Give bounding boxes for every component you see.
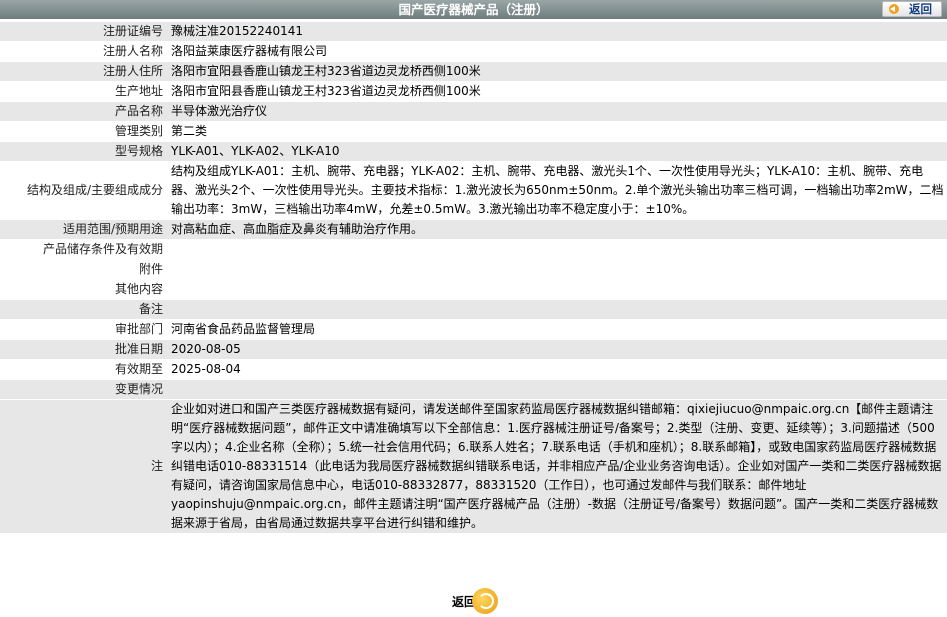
field-row-production-address: 生产地址 洛阳市宜阳县香鹿山镇龙王村323省道边灵龙桥西侧100米 (0, 82, 947, 101)
field-label: 注册人住所 (0, 62, 167, 81)
field-label: 注册证编号 (0, 22, 167, 41)
field-value: YLK-A01、YLK-A02、YLK-A10 (167, 142, 947, 161)
field-value: 洛阳市宜阳县香鹿山镇龙王村323省道边灵龙桥西侧100米 (167, 82, 947, 101)
field-value: 结构及组成YLK-A01：主机、腕带、充电器；YLK-A02：主机、腕带、充电器… (167, 162, 947, 219)
field-value: 河南省食品药品监督管理局 (167, 320, 947, 339)
field-label: 结构及组成/主要组成成分 (0, 162, 167, 219)
field-value: 第二类 (167, 122, 947, 141)
field-row-approval-department: 审批部门 河南省食品药品监督管理局 (0, 320, 947, 339)
field-row-attachments: 附件 (0, 260, 947, 279)
field-row-registration-number: 注册证编号 豫械注准20152240141 (0, 22, 947, 41)
field-value: 2025-08-04 (167, 360, 947, 379)
field-value: 对高粘血症、高血脂症及鼻炎有辅助治疗作用。 (167, 220, 947, 239)
field-row-registrant-name: 注册人名称 洛阳益莱康医疗器械有限公司 (0, 42, 947, 61)
field-value: 2020-08-05 (167, 340, 947, 359)
field-label: 变更情况 (0, 380, 167, 399)
field-label: 产品储存条件及有效期 (0, 240, 167, 259)
field-label: 审批部门 (0, 320, 167, 339)
field-label: 注册人名称 (0, 42, 167, 61)
field-value (167, 260, 947, 279)
note-row: 注 企业如对进口和国产三类医疗器械数据有疑问，请发送邮件至国家药监局医疗器械数据… (0, 400, 947, 533)
back-circle-icon (472, 588, 498, 614)
field-row-change-status: 变更情况 (0, 380, 947, 399)
field-row-storage-conditions: 产品储存条件及有效期 (0, 240, 947, 259)
field-value: 洛阳市宜阳县香鹿山镇龙王村323省道边灵龙桥西侧100米 (167, 62, 947, 81)
field-label: 有效期至 (0, 360, 167, 379)
back-button-bottom[interactable]: 返回 (450, 588, 498, 616)
field-row-approval-date: 批准日期 2020-08-05 (0, 340, 947, 359)
field-row-structure-composition: 结构及组成/主要组成成分 结构及组成YLK-A01：主机、腕带、充电器；YLK-… (0, 162, 947, 219)
field-label: 适用范围/预期用途 (0, 220, 167, 239)
field-label: 批准日期 (0, 340, 167, 359)
field-value: 洛阳益莱康医疗器械有限公司 (167, 42, 947, 61)
note-label: 注 (0, 400, 167, 533)
field-value (167, 380, 947, 399)
field-value: 豫械注准20152240141 (167, 22, 947, 41)
field-value: 半导体激光治疗仪 (167, 102, 947, 121)
field-row-other-content: 其他内容 (0, 280, 947, 299)
field-value (167, 240, 947, 259)
field-value (167, 300, 947, 319)
field-label: 其他内容 (0, 280, 167, 299)
registration-info-table: 注册证编号 豫械注准20152240141 注册人名称 洛阳益莱康医疗器械有限公… (0, 21, 947, 534)
field-label: 产品名称 (0, 102, 167, 121)
field-row-registrant-address: 注册人住所 洛阳市宜阳县香鹿山镇龙王村323省道边灵龙桥西侧100米 (0, 62, 947, 81)
back-button-top[interactable]: 返回 (882, 1, 942, 17)
back-button-label: 返回 (909, 2, 932, 16)
field-row-remarks: 备注 (0, 300, 947, 319)
field-row-product-name: 产品名称 半导体激光治疗仪 (0, 102, 947, 121)
field-label: 管理类别 (0, 122, 167, 141)
field-row-valid-until: 有效期至 2025-08-04 (0, 360, 947, 379)
field-label: 附件 (0, 260, 167, 279)
field-label: 生产地址 (0, 82, 167, 101)
field-row-intended-use: 适用范围/预期用途 对高粘血症、高血脂症及鼻炎有辅助治疗作用。 (0, 220, 947, 239)
page-title: 国产医疗器械产品（注册） (398, 2, 549, 17)
back-arrow-icon (889, 4, 899, 14)
field-label: 型号规格 (0, 142, 167, 161)
field-value (167, 280, 947, 299)
note-text: 企业如对进口和国产三类医疗器械数据有疑问，请发送邮件至国家药监局医疗器械数据纠错… (167, 400, 947, 533)
field-row-management-category: 管理类别 第二类 (0, 122, 947, 141)
page-header: 国产医疗器械产品（注册） 返回 (0, 0, 947, 19)
field-row-model-spec: 型号规格 YLK-A01、YLK-A02、YLK-A10 (0, 142, 947, 161)
field-label: 备注 (0, 300, 167, 319)
